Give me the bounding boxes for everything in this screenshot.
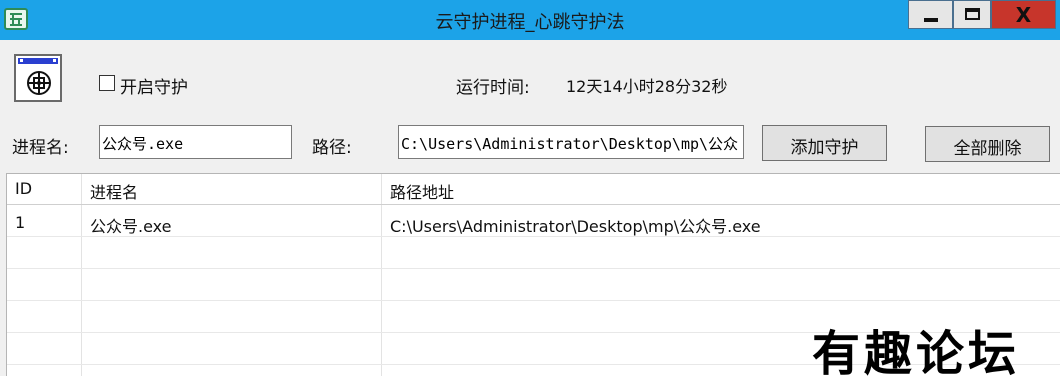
maximize-button[interactable] bbox=[953, 0, 991, 29]
close-icon: X bbox=[1015, 3, 1032, 27]
forum-watermark: 有趣论坛 bbox=[812, 326, 1021, 376]
guard-checkbox-label[interactable]: 开启守护 bbox=[120, 73, 188, 98]
maximize-icon bbox=[965, 8, 980, 20]
guard-checkbox[interactable] bbox=[99, 75, 115, 91]
runtime-label: 运行时间: bbox=[456, 78, 530, 98]
delete-all-button[interactable]: 全部删除 bbox=[925, 126, 1050, 162]
process-name-label: 进程名: bbox=[12, 138, 69, 158]
table-row-process-name[interactable]: 公众号.exe bbox=[90, 213, 171, 237]
column-header-process-name[interactable]: 进程名 bbox=[90, 179, 138, 203]
close-button[interactable]: X bbox=[991, 0, 1056, 29]
table-row-path[interactable]: C:\Users\Administrator\Desktop\mp\公众号.ex… bbox=[390, 213, 761, 237]
column-header-id[interactable]: ID bbox=[15, 179, 32, 198]
minimize-button[interactable] bbox=[908, 0, 953, 29]
program-icon bbox=[14, 54, 62, 102]
window-title: 云守护进程_心跳守护法 bbox=[435, 12, 625, 33]
title-bar[interactable]: 云守护进程_心跳守护法 X bbox=[0, 0, 1060, 40]
minimize-icon bbox=[924, 18, 938, 22]
main-window: 云守护进程_心跳守护法 X 开启守护 运行时间: 12天14小时28分32秒 进… bbox=[0, 0, 1060, 376]
process-name-input[interactable]: 公众号.exe bbox=[99, 125, 292, 159]
path-input[interactable]: C:\Users\Administrator\Desktop\mp\公众 bbox=[398, 125, 744, 159]
table-row-id[interactable]: 1 bbox=[15, 213, 25, 232]
column-header-path[interactable]: 路径地址 bbox=[390, 179, 454, 203]
runtime-value: 12天14小时28分32秒 bbox=[566, 77, 728, 96]
add-guard-button[interactable]: 添加守护 bbox=[762, 125, 887, 161]
path-label: 路径: bbox=[312, 138, 352, 158]
